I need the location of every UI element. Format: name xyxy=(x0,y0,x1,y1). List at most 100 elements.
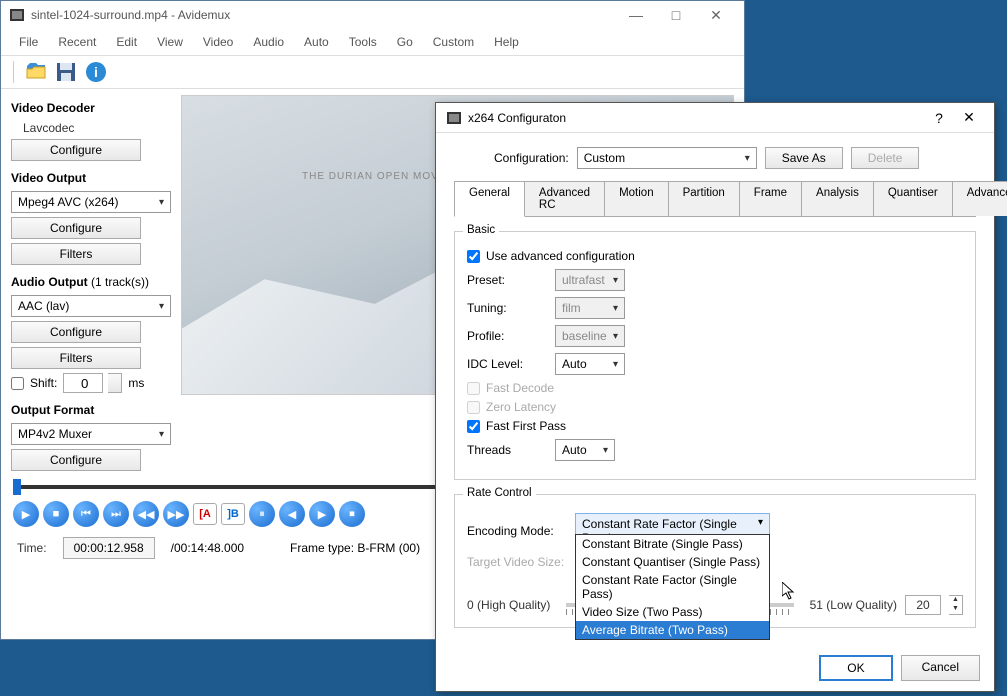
next-frame-button[interactable]: ⏭ xyxy=(103,501,129,527)
profile-combo: baseline xyxy=(555,325,625,347)
info-icon[interactable]: i xyxy=(84,60,108,84)
basic-group-title: Basic xyxy=(463,224,499,236)
muxer-value: MP4v2 Muxer xyxy=(18,427,92,441)
timeline-thumb[interactable] xyxy=(13,479,21,495)
marker-a-button[interactable]: [A xyxy=(193,503,217,525)
tab-advanced-rc[interactable]: Advanced RC xyxy=(524,181,605,216)
menu-edit[interactable]: Edit xyxy=(106,31,147,53)
help-button[interactable]: ? xyxy=(924,110,954,126)
tab-quantiser[interactable]: Quantiser xyxy=(873,181,953,216)
tab-motion[interactable]: Motion xyxy=(604,181,669,216)
config-label: Configuration: xyxy=(494,151,569,165)
quality-high-label: 51 (Low Quality) xyxy=(810,598,897,612)
use-advanced-checkbox[interactable] xyxy=(467,250,480,263)
menu-help[interactable]: Help xyxy=(484,31,529,53)
option-crf[interactable]: Constant Rate Factor (Single Pass) xyxy=(576,571,769,603)
save-as-button[interactable]: Save As xyxy=(765,147,843,169)
tab-general[interactable]: General xyxy=(454,181,525,217)
tab-frame[interactable]: Frame xyxy=(739,181,802,216)
option-abr[interactable]: Average Bitrate (Two Pass) xyxy=(576,621,769,639)
back-button[interactable]: ◀ xyxy=(279,501,305,527)
zero-latency-checkbox xyxy=(467,401,480,414)
app-icon xyxy=(9,7,25,23)
video-codec-combo[interactable]: Mpeg4 AVC (x264) xyxy=(11,191,171,213)
option-cq[interactable]: Constant Quantiser (Single Pass) xyxy=(576,553,769,571)
cancel-button[interactable]: Cancel xyxy=(901,655,980,681)
menu-recent[interactable]: Recent xyxy=(48,31,106,53)
play-button[interactable]: ▶ xyxy=(13,501,39,527)
dialog-close-button[interactable]: ✕ xyxy=(954,109,984,126)
rate-control-group: Rate Control Encoding Mode: Constant Rat… xyxy=(454,494,976,628)
minimize-button[interactable]: — xyxy=(616,4,656,26)
tuning-label: Tuning: xyxy=(467,301,547,315)
tab-partition[interactable]: Partition xyxy=(668,181,740,216)
fast-first-pass-checkbox[interactable] xyxy=(467,420,480,433)
prev-frame-button[interactable]: ⏮ xyxy=(73,501,99,527)
shift-checkbox[interactable] xyxy=(11,377,24,390)
audio-filters-button[interactable]: Filters xyxy=(11,347,141,369)
current-time[interactable]: 00:00:12.958 xyxy=(63,537,155,559)
fast-first-pass-label: Fast First Pass xyxy=(486,419,566,433)
goto-end-button[interactable]: ⏹ xyxy=(339,501,365,527)
next-kf-button[interactable]: ▶▶ xyxy=(163,501,189,527)
close-button[interactable]: ✕ xyxy=(696,4,736,26)
idc-combo[interactable]: Auto xyxy=(555,353,625,375)
stop-button[interactable]: ■ xyxy=(43,501,69,527)
menu-custom[interactable]: Custom xyxy=(423,31,484,53)
threads-combo[interactable]: Auto xyxy=(555,439,615,461)
titlebar: sintel-1024-surround.mp4 - Avidemux — □ … xyxy=(1,1,744,29)
video-configure-button[interactable]: Configure xyxy=(11,217,141,239)
fast-decode-label: Fast Decode xyxy=(486,381,554,395)
encoding-mode-dropdown: Constant Bitrate (Single Pass) Constant … xyxy=(575,534,770,640)
audio-configure-button[interactable]: Configure xyxy=(11,321,141,343)
tab-advanced[interactable]: Advanced xyxy=(952,181,1007,216)
menu-audio[interactable]: Audio xyxy=(243,31,294,53)
prev-kf-button[interactable]: ◀◀ xyxy=(133,501,159,527)
tuning-combo: film xyxy=(555,297,625,319)
menu-file[interactable]: File xyxy=(9,31,48,53)
video-codec-value: Mpeg4 AVC (x264) xyxy=(18,195,119,209)
menubar: File Recent Edit View Video Audio Auto T… xyxy=(1,29,744,56)
quality-spinner[interactable]: ▲▼ xyxy=(949,595,963,615)
menu-tools[interactable]: Tools xyxy=(339,31,387,53)
save-icon[interactable] xyxy=(54,60,78,84)
shift-spinner[interactable] xyxy=(108,373,122,393)
open-icon[interactable] xyxy=(24,60,48,84)
video-decoder-label: Video Decoder xyxy=(11,101,171,115)
time-label: Time: xyxy=(17,541,47,555)
dialog-title: x264 Configuraton xyxy=(468,111,924,125)
preset-combo: ultrafast xyxy=(555,269,625,291)
option-vsize[interactable]: Video Size (Two Pass) xyxy=(576,603,769,621)
fwd-button[interactable]: ▶ xyxy=(309,501,335,527)
svg-text:i: i xyxy=(94,64,98,80)
shift-unit: ms xyxy=(128,376,144,390)
dialog-icon xyxy=(446,110,462,126)
audio-codec-value: AAC (lav) xyxy=(18,299,69,313)
shift-label: Shift: xyxy=(30,376,57,390)
goto-start-button[interactable]: ⏸ xyxy=(249,501,275,527)
option-cbr[interactable]: Constant Bitrate (Single Pass) xyxy=(576,535,769,553)
encoding-mode-combo[interactable]: Constant Rate Factor (Single Pass) Const… xyxy=(575,513,770,549)
tab-analysis[interactable]: Analysis xyxy=(801,181,874,216)
idc-label: IDC Level: xyxy=(467,357,547,371)
menu-auto[interactable]: Auto xyxy=(294,31,339,53)
quality-low-label: 0 (High Quality) xyxy=(467,598,550,612)
video-filters-button[interactable]: Filters xyxy=(11,243,141,265)
muxer-combo[interactable]: MP4v2 Muxer xyxy=(11,423,171,445)
menu-video[interactable]: Video xyxy=(193,31,243,53)
menu-view[interactable]: View xyxy=(147,31,193,53)
tab-bar: General Advanced RC Motion Partition Fra… xyxy=(454,181,976,217)
shift-input[interactable] xyxy=(63,373,103,393)
muxer-configure-button[interactable]: Configure xyxy=(11,449,141,471)
decoder-configure-button[interactable]: Configure xyxy=(11,139,141,161)
separator xyxy=(13,61,14,83)
maximize-button[interactable]: □ xyxy=(656,4,696,26)
marker-b-button[interactable]: ]B xyxy=(221,503,245,525)
config-combo[interactable]: Custom xyxy=(577,147,757,169)
ok-button[interactable]: OK xyxy=(819,655,892,681)
menu-go[interactable]: Go xyxy=(387,31,423,53)
audio-codec-combo[interactable]: AAC (lav) xyxy=(11,295,171,317)
zero-latency-label: Zero Latency xyxy=(486,400,556,414)
basic-group: Basic Use advanced configuration Preset:… xyxy=(454,231,976,480)
quality-value-input[interactable]: 20 xyxy=(905,595,941,615)
